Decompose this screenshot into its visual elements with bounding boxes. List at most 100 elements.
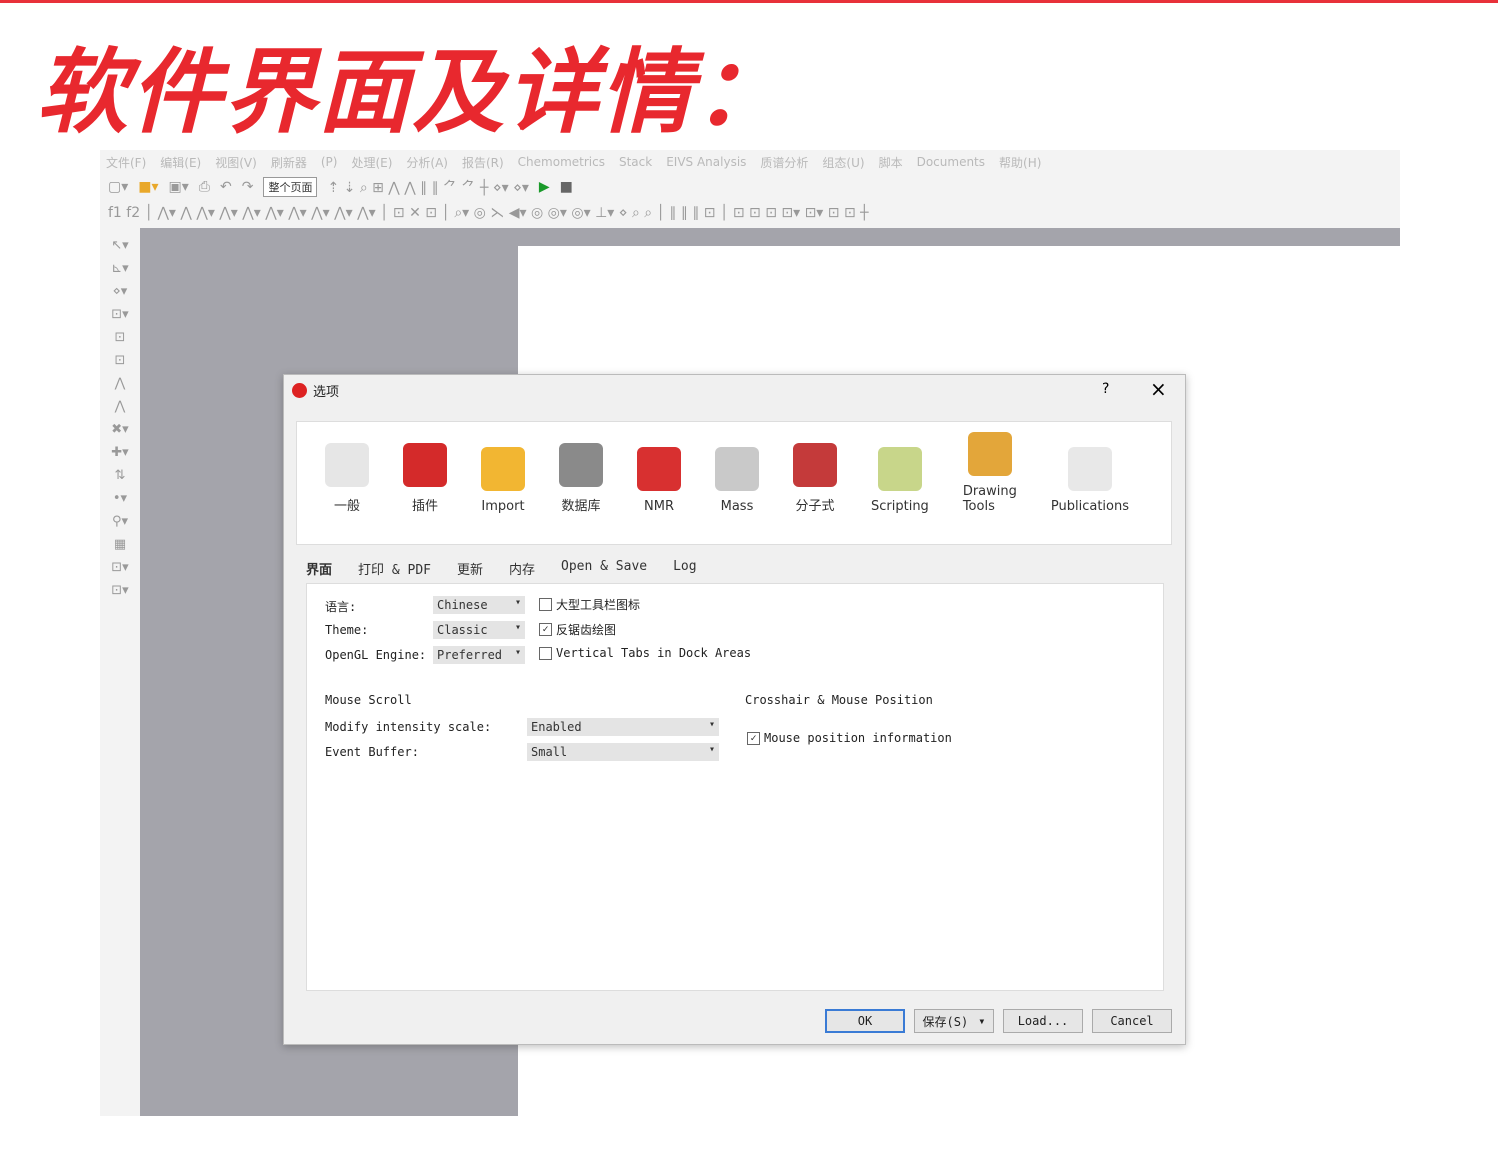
- category-label: Scripting: [871, 499, 929, 514]
- category-scripting[interactable]: Scripting: [871, 447, 929, 514]
- tool-icon[interactable]: ⊡▾: [111, 583, 128, 598]
- menu-item[interactable]: 帮助(H): [999, 154, 1041, 171]
- category-一般[interactable]: 一般: [325, 443, 369, 514]
- language-select[interactable]: Chinese: [433, 596, 525, 614]
- category-icon: [793, 443, 837, 487]
- category-label: Publications: [1050, 499, 1129, 514]
- menu-item[interactable]: 编辑(E): [160, 154, 201, 171]
- modify-intensity-label: Modify intensity scale:: [325, 720, 492, 734]
- category-drawing-tools[interactable]: Drawing Tools: [963, 432, 1017, 514]
- category-插件[interactable]: 插件: [403, 443, 447, 514]
- tab-4[interactable]: Open & Save: [561, 559, 647, 578]
- cross-icon[interactable]: ✖▾: [111, 422, 128, 437]
- checkbox-label: 反锯齿绘图: [556, 623, 617, 637]
- tab-2[interactable]: 更新: [457, 559, 483, 578]
- help-button[interactable]: ?: [1102, 381, 1109, 397]
- menu-item[interactable]: (P): [321, 155, 338, 169]
- antialias-checkbox[interactable]: ✓ 反锯齿绘图: [539, 621, 616, 638]
- open-folder-icon[interactable]: ■▾: [138, 179, 158, 195]
- opengl-label: OpenGL Engine:: [325, 648, 427, 662]
- category-mass[interactable]: Mass: [715, 447, 759, 514]
- menu-item[interactable]: 视图(V): [215, 154, 257, 171]
- tool-icon[interactable]: •▾: [113, 491, 127, 506]
- tab-3[interactable]: 内存: [509, 559, 535, 578]
- menu-item[interactable]: 刷新器: [271, 154, 307, 171]
- tool-icon[interactable]: ⊡▾: [111, 307, 128, 322]
- large-icons-checkbox[interactable]: 大型工具栏图标: [539, 596, 640, 613]
- tool-icon[interactable]: ⇅: [115, 468, 126, 483]
- load-button[interactable]: Load...: [1003, 1009, 1083, 1033]
- tool-icon[interactable]: ⊡: [115, 353, 126, 368]
- tool-icon[interactable]: ⊡: [115, 330, 126, 345]
- menu-item[interactable]: 分析(A): [406, 154, 448, 171]
- toolbar-secondary: f1 f2 │ ⋀▾ ⋀ ⋀▾ ⋀▾ ⋀▾ ⋀▾ ⋀▾ ⋀▾ ⋀▾ ⋀▾ │ ⊡…: [108, 200, 1398, 226]
- category-icon: [403, 443, 447, 487]
- category-publications[interactable]: Publications: [1051, 447, 1129, 514]
- vertical-tabs-checkbox[interactable]: Vertical Tabs in Dock Areas: [539, 646, 751, 660]
- workspace-strip: [518, 228, 1400, 246]
- menu-item[interactable]: 脚本: [879, 154, 903, 171]
- mouse-position-checkbox[interactable]: ✓ Mouse position information: [747, 731, 952, 745]
- left-toolbar: ↖▾ ⊾▾ ⋄▾ ⊡▾ ⊡ ⊡ ⋀ ⋀ ✖▾ ✚▾ ⇅ •▾ ⚲▾ ▦ ⊡▾ ⊡▾: [100, 228, 140, 1116]
- tool-icon[interactable]: ⊡▾: [111, 560, 128, 575]
- menu-item[interactable]: EIVS Analysis: [666, 155, 746, 169]
- category-数据库[interactable]: 数据库: [559, 443, 603, 514]
- stop-icon[interactable]: ■: [560, 179, 573, 195]
- theme-select[interactable]: Classic: [433, 621, 525, 639]
- checkbox-box[interactable]: [539, 646, 552, 660]
- plus-icon[interactable]: ✚▾: [111, 445, 128, 460]
- language-label: 语言:: [325, 600, 357, 614]
- menu-item[interactable]: Documents: [917, 155, 985, 169]
- category-nmr[interactable]: NMR: [637, 447, 681, 514]
- redo-icon[interactable]: ↷: [242, 179, 254, 195]
- menu-item[interactable]: 组态(U): [822, 154, 864, 171]
- chevron-down-icon[interactable]: ▾: [978, 1014, 985, 1028]
- category-icon: [877, 447, 922, 491]
- category-label: 分子式: [795, 499, 835, 514]
- close-button[interactable]: ×: [1150, 377, 1167, 401]
- category-icon: [325, 443, 369, 487]
- event-buffer-label: Event Buffer:: [325, 745, 419, 759]
- category-分子式[interactable]: 分子式: [793, 443, 837, 514]
- tab-5[interactable]: Log: [673, 559, 696, 578]
- tool-icon[interactable]: ⋄▾: [113, 284, 128, 299]
- menu-item[interactable]: 报告(R): [462, 154, 504, 171]
- menu-item[interactable]: 处理(E): [351, 154, 392, 171]
- undo-icon[interactable]: ↶: [220, 179, 232, 195]
- analysis-tools-icons[interactable]: ⇡ ⇣ ⌕ ⊞ ⋀ ⋀ ∥ ∥ ⺈ ⺈ ┼ ⋄▾ ⋄▾: [327, 177, 528, 197]
- app-logo-icon: [292, 383, 307, 398]
- menu-item[interactable]: Chemometrics: [518, 155, 605, 169]
- zoom-select[interactable]: 整个页面: [263, 177, 318, 197]
- tool-icon[interactable]: ⋀: [115, 376, 126, 391]
- menu-item[interactable]: 文件(F): [106, 154, 146, 171]
- checkbox-box[interactable]: ✓: [747, 731, 760, 745]
- run-icon[interactable]: ▶: [539, 179, 550, 195]
- select-icon[interactable]: ↖▾: [111, 238, 128, 253]
- save-icon[interactable]: ▣▾: [169, 179, 189, 195]
- pin-icon[interactable]: ⚲▾: [112, 514, 128, 529]
- tab-0[interactable]: 界面: [306, 559, 332, 578]
- page-heading: 软件界面及详情：: [36, 39, 789, 146]
- new-icon[interactable]: ▢▾: [108, 179, 128, 195]
- print-icon[interactable]: ⎙: [199, 179, 210, 195]
- checkbox-box[interactable]: [539, 598, 552, 611]
- cancel-button[interactable]: Cancel: [1092, 1009, 1172, 1033]
- interface-settings-panel: 语言: Chinese Theme: Classic OpenGL Engine…: [306, 583, 1164, 991]
- processing-tools-icons[interactable]: f1 f2 │ ⋀▾ ⋀ ⋀▾ ⋀▾ ⋀▾ ⋀▾ ⋀▾ ⋀▾ ⋀▾ ⋀▾ │ ⊡…: [108, 205, 869, 221]
- tool-icon[interactable]: ⊾▾: [111, 261, 128, 276]
- opengl-select[interactable]: Preferred: [433, 646, 525, 664]
- category-label: NMR: [644, 499, 674, 514]
- ok-button[interactable]: OK: [825, 1009, 905, 1033]
- category-label: Mass: [720, 499, 754, 514]
- tool-icon[interactable]: ⋀: [115, 399, 126, 414]
- menu-item[interactable]: Stack: [619, 155, 652, 169]
- event-buffer-select[interactable]: Small: [527, 743, 719, 761]
- modify-intensity-select[interactable]: Enabled: [527, 718, 719, 736]
- checkbox-box[interactable]: ✓: [539, 623, 552, 636]
- table-icon[interactable]: ▦: [114, 537, 126, 552]
- category-import[interactable]: Import: [481, 447, 525, 514]
- tab-1[interactable]: 打印 & PDF: [358, 559, 431, 578]
- menu-item[interactable]: 质谱分析: [760, 154, 808, 171]
- mouse-scroll-heading: Mouse Scroll: [325, 693, 412, 707]
- save-button[interactable]: 保存(S) ▾: [914, 1009, 994, 1033]
